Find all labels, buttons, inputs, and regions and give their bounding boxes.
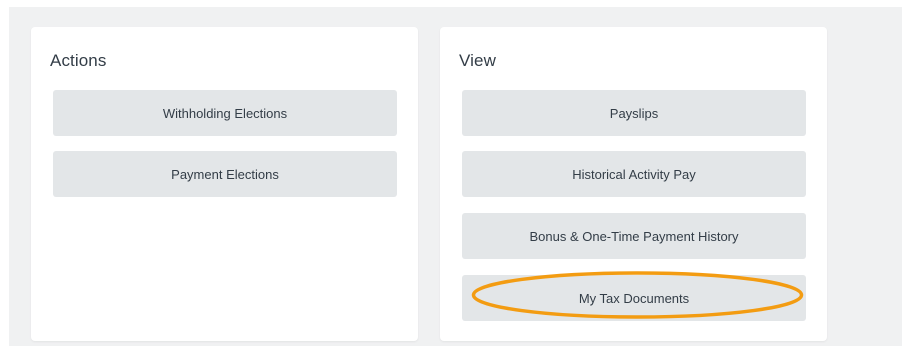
pay-worklet-panel: Actions Withholding Elections Payment El…: [9, 7, 902, 346]
actions-card: Actions Withholding Elections Payment El…: [31, 27, 418, 341]
view-card: View Payslips Historical Activity Pay Bo…: [440, 27, 827, 341]
payment-elections-button[interactable]: Payment Elections: [53, 151, 397, 197]
bonus-one-time-payment-history-button[interactable]: Bonus & One-Time Payment History: [462, 213, 806, 259]
withholding-elections-button[interactable]: Withholding Elections: [53, 90, 397, 136]
view-title: View: [459, 51, 496, 70]
my-tax-documents-button[interactable]: My Tax Documents: [462, 275, 806, 321]
historical-activity-pay-button[interactable]: Historical Activity Pay: [462, 151, 806, 197]
payslips-button[interactable]: Payslips: [462, 90, 806, 136]
actions-title: Actions: [50, 51, 107, 70]
